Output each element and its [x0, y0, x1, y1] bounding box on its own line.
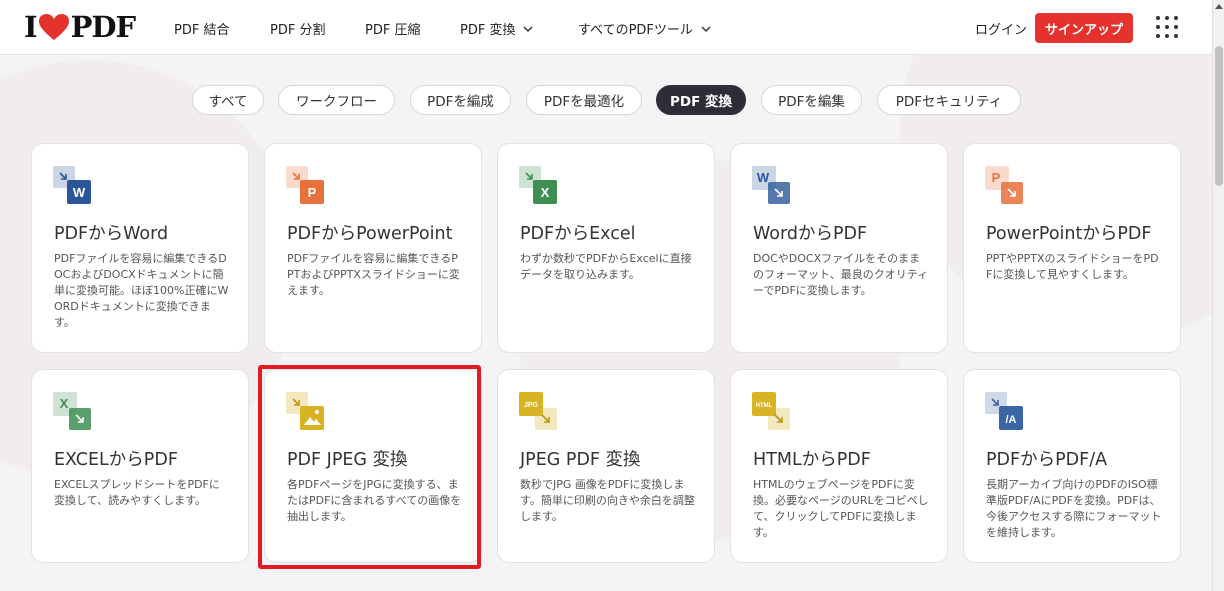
top-navigation-bar: I PDF PDF 結合 PDF 分割 PDF 圧縮 PDF 変換 すべてのPD… [0, 0, 1212, 55]
tool-title: EXCELからPDF [54, 450, 178, 470]
tool-card-powerpoint-to-pdf[interactable]: P PowerPointからPDF PPTやPPTXのスライドショーをPDFに変… [963, 143, 1181, 353]
svg-text:JPG: JPG [524, 402, 539, 409]
filter-pdf-security[interactable]: PDFセキュリティ [877, 85, 1021, 115]
filter-edit-pdf[interactable]: PDFを編集 [761, 85, 862, 115]
tool-title: WordからPDF [753, 224, 868, 244]
filter-label: PDFを最適化 [543, 94, 625, 110]
filter-label: PDFセキュリティ [895, 94, 1003, 110]
svg-text:W: W [73, 185, 86, 200]
chevron-down-icon [523, 25, 533, 32]
tool-title: PDFからPDF/A [986, 450, 1108, 470]
scrollbar-thumb[interactable] [1215, 46, 1223, 186]
filter-label: ワークフロー [296, 94, 377, 110]
nav-all-tools[interactable]: すべてのPDFツール [578, 19, 711, 38]
svg-text:/A: /A [1006, 414, 1017, 426]
html-to-pdf-icon: HTML [752, 392, 790, 430]
signup-button[interactable]: サインアップ [1035, 13, 1133, 43]
tool-card-pdf-to-pdfa[interactable]: /A PDFからPDF/A 長期アーカイブ向けのPDFのISO標準版PDF/Aに… [963, 369, 1181, 563]
svg-text:P: P [308, 185, 317, 200]
heart-icon [38, 14, 69, 40]
tool-title: PDFからWord [54, 224, 169, 244]
nav-label: PDF 結合 [174, 23, 230, 38]
tool-card-word-to-pdf[interactable]: W WordからPDF DOCやDOCXファイルをそのままのフォーマット、最良の… [730, 143, 948, 353]
tool-title: PDFからExcel [520, 224, 636, 244]
nav-label: PDF 分割 [270, 23, 326, 38]
logo-text: PDF [70, 10, 137, 44]
tool-description: PDFファイルを容易に編集できるDOCおよびDOCXドキュメントに簡単に変換可能… [54, 252, 229, 329]
pdf-to-pdfa-icon: /A [985, 392, 1023, 430]
page-scrollbar[interactable] [1212, 0, 1224, 591]
filter-organize-pdf[interactable]: PDFを編成 [410, 85, 511, 115]
svg-text:W: W [757, 170, 770, 185]
logo-letter: I [24, 10, 38, 44]
svg-text:X: X [60, 396, 69, 411]
filter-all[interactable]: すべて [192, 85, 264, 115]
pdf-to-excel-icon: X [519, 166, 557, 204]
tool-card-html-to-pdf[interactable]: HTML HTMLからPDF HTMLのウェブページをPDFに変換。必要なページ… [730, 369, 948, 563]
tool-title: PowerPointからPDF [986, 224, 1152, 244]
tool-description: PDFファイルを容易に編集できるPPTおよびPPTXスライドショーに変えます。 [287, 252, 460, 297]
powerpoint-to-pdf-icon: P [985, 166, 1023, 204]
tool-description: 各PDFページをJPGに変換する、またはPDFに含まれるすべての画像を抽出します… [287, 478, 462, 523]
tool-card-pdf-to-word[interactable]: W PDFからWord PDFファイルを容易に編集できるDOCおよびDOCXドキ… [31, 143, 249, 353]
nav-merge-pdf[interactable]: PDF 結合 [174, 19, 229, 38]
tool-description: EXCELスプレッドシートをPDFに変換して、読みやすくします。 [54, 478, 220, 507]
word-to-pdf-icon: W [752, 166, 790, 204]
filter-label: すべて [208, 94, 248, 110]
tool-description: 数秒でJPG 画像をPDFに変換します。簡単に印刷の向きや余白を調整します。 [520, 478, 695, 523]
nav-label: PDF 変換 [460, 23, 516, 38]
login-link[interactable]: ログイン [975, 19, 1027, 38]
svg-text:P: P [992, 170, 1001, 185]
tool-card-excel-to-pdf[interactable]: X EXCELからPDF EXCELスプレッドシートをPDFに変換して、読みやす… [31, 369, 249, 563]
pdf-to-jpg-icon [286, 392, 324, 430]
tool-card-jpg-to-pdf[interactable]: JPG JPEG PDF 変換 数秒でJPG 画像をPDFに変換します。簡単に印… [497, 369, 715, 563]
tool-card-pdf-to-excel[interactable]: X PDFからExcel わずか数秒でPDFからExcelに直接データを取り込み… [497, 143, 715, 353]
filter-optimize-pdf[interactable]: PDFを最適化 [526, 85, 642, 115]
pdf-to-word-icon: W [53, 166, 91, 204]
tool-description: DOCやDOCXファイルをそのままのフォーマット、最良のクオリティーでPDFに変… [753, 252, 929, 297]
filter-label: PDFを編成 [427, 94, 494, 110]
tool-description: HTMLのウェブページをPDFに変換。必要なページのURLをコピペして、クリック… [753, 478, 929, 539]
nav-convert-pdf[interactable]: PDF 変換 [460, 19, 533, 38]
tool-title: JPEG PDF 変換 [520, 450, 641, 470]
nav-split-pdf[interactable]: PDF 分割 [270, 19, 325, 38]
svg-text:X: X [541, 185, 550, 200]
jpg-to-pdf-icon: JPG [519, 392, 557, 430]
tool-title: PDF JPEG 変換 [287, 450, 408, 470]
tool-description: 長期アーカイブ向けのPDFのISO標準版PDF/AにPDFを変換。PDFは、今後… [986, 478, 1162, 539]
tool-card-pdf-to-powerpoint[interactable]: P PDFからPowerPoint PDFファイルを容易に編集できるPPTおよび… [264, 143, 482, 353]
ilovepdf-logo[interactable]: I PDF [24, 10, 137, 44]
tool-description: PPTやPPTXのスライドショーをPDFに変換して見やすくします。 [986, 252, 1159, 281]
filter-label: PDFを編集 [778, 94, 845, 110]
tool-description: わずか数秒でPDFからExcelに直接データを取り込みます。 [520, 252, 692, 281]
tool-title: PDFからPowerPoint [287, 224, 453, 244]
nav-label: PDF 圧縮 [365, 23, 421, 38]
chevron-down-icon [701, 25, 711, 32]
filter-label: PDF 変換 [669, 94, 733, 110]
tool-card-pdf-to-jpg[interactable]: PDF JPEG 変換 各PDFページをJPGに変換する、またはPDFに含まれる… [264, 369, 482, 563]
nav-compress-pdf[interactable]: PDF 圧縮 [365, 19, 420, 38]
scroll-up-arrow-icon[interactable] [1215, 4, 1223, 9]
tool-title: HTMLからPDF [753, 450, 871, 470]
filter-workflow[interactable]: ワークフロー [278, 85, 395, 115]
nav-label: すべてのPDFツール [578, 23, 693, 38]
apps-grid-icon[interactable] [1156, 16, 1178, 38]
filter-convert-pdf[interactable]: PDF 変換 [656, 85, 746, 115]
pdf-to-powerpoint-icon: P [286, 166, 324, 204]
excel-to-pdf-icon: X [53, 392, 91, 430]
